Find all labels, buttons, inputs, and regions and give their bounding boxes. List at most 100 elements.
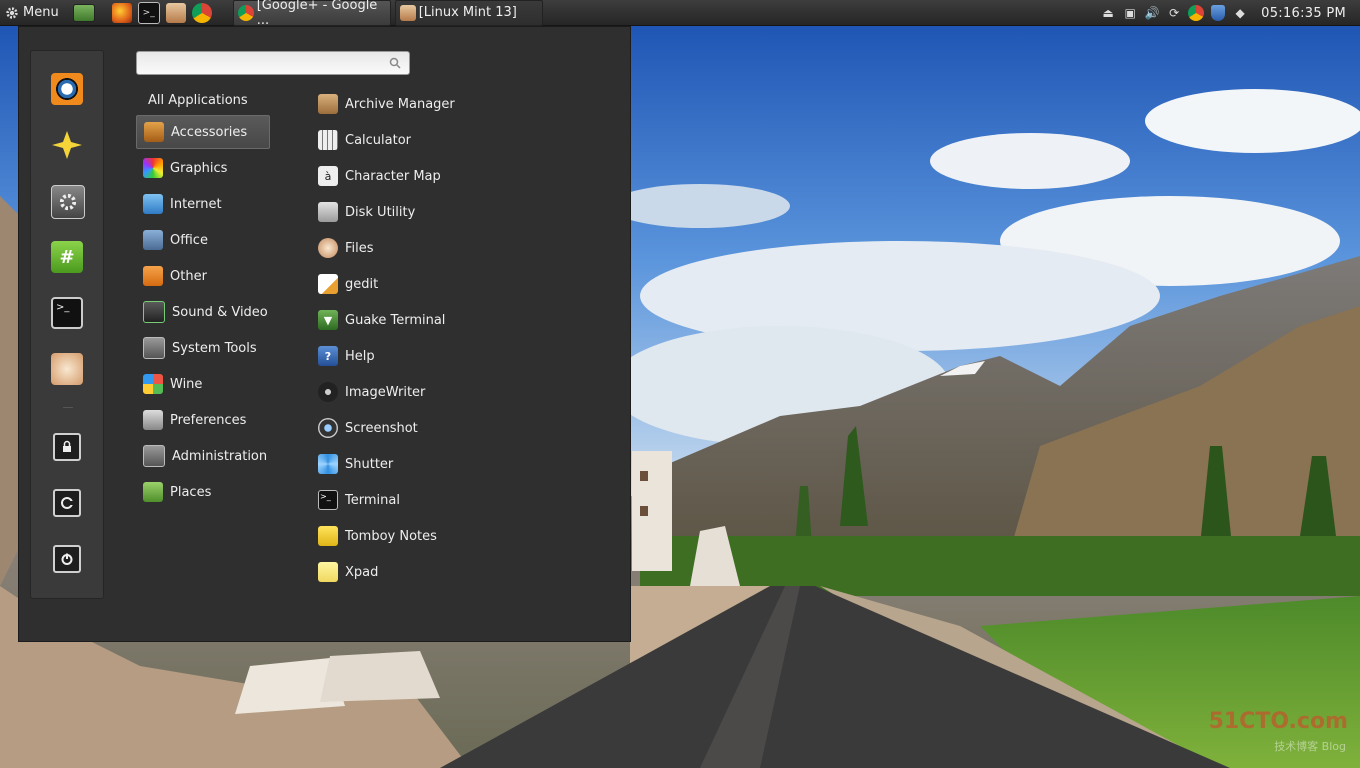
accessories-icon — [144, 122, 164, 142]
category-label: Preferences — [170, 412, 247, 428]
app-label: Files — [345, 240, 374, 256]
app-label: Guake Terminal — [345, 312, 446, 328]
taskbar-item-label: [Linux Mint 13] — [418, 5, 517, 20]
taskbar-item-linux-mint[interactable]: [Linux Mint 13] — [394, 0, 543, 26]
terminal-icon[interactable]: >_ — [51, 297, 83, 329]
hash-app-icon[interactable]: # — [51, 241, 83, 273]
xpad-icon — [318, 562, 338, 582]
app-help[interactable]: ? Help — [318, 341, 375, 371]
preferences-icon — [143, 410, 163, 430]
shutter-icon — [318, 454, 338, 474]
app-tomboy-notes[interactable]: Tomboy Notes — [318, 521, 437, 551]
files-launcher-icon[interactable] — [165, 2, 186, 23]
all-applications-link[interactable]: All Applications — [148, 93, 248, 108]
category-accessories[interactable]: Accessories — [136, 115, 270, 149]
app-label: Disk Utility — [345, 204, 416, 220]
other-icon — [143, 266, 163, 286]
chrome-tray-icon[interactable] — [1187, 4, 1205, 22]
disk-utility-icon — [318, 202, 338, 222]
application-menu: # >_ All Applications Accessories Graphi… — [18, 26, 631, 642]
network-icon[interactable]: ▣ — [1121, 4, 1139, 22]
app-label: Tomboy Notes — [345, 528, 437, 544]
category-label: Sound & Video — [172, 304, 268, 320]
favorite-star-icon[interactable] — [51, 129, 83, 161]
app-archive-manager[interactable]: Archive Manager — [318, 89, 455, 119]
app-label: Screenshot — [345, 420, 418, 436]
category-internet[interactable]: Internet — [136, 187, 270, 221]
app-screenshot[interactable]: Screenshot — [318, 413, 418, 443]
home-folder-icon[interactable] — [51, 353, 83, 385]
favorites-separator — [63, 407, 73, 408]
category-graphics[interactable]: Graphics — [136, 151, 270, 185]
taskbar-item-label: [Google+ - Google ... — [256, 0, 378, 28]
archive-icon — [318, 94, 338, 114]
category-label: Other — [170, 268, 207, 284]
chrome-launcher-icon[interactable] — [191, 2, 212, 23]
help-icon: ? — [318, 346, 338, 366]
dropbox-icon[interactable]: ◆ — [1231, 4, 1249, 22]
category-preferences[interactable]: Preferences — [136, 403, 270, 437]
category-label: Graphics — [170, 160, 228, 176]
show-desktop-icon[interactable] — [72, 3, 95, 22]
screenshot-icon — [318, 418, 338, 438]
app-label: Shutter — [345, 456, 394, 472]
shutdown-icon[interactable] — [53, 545, 81, 573]
category-system-tools[interactable]: System Tools — [136, 331, 270, 365]
top-panel: Menu >_ [Google+ - Google ... [Linux Min… — [0, 0, 1360, 28]
firefox-launcher-icon[interactable] — [111, 2, 132, 23]
search-icon — [389, 57, 401, 69]
volume-icon[interactable]: 🔊 — [1143, 4, 1161, 22]
update-manager-icon[interactable]: ⟳ — [1165, 4, 1183, 22]
app-calculator[interactable]: Calculator — [318, 125, 411, 155]
chrome-icon — [237, 4, 254, 21]
app-character-map[interactable]: à Character Map — [318, 161, 441, 191]
terminal-launcher-icon[interactable]: >_ — [137, 1, 160, 24]
category-sound-video[interactable]: Sound & Video — [136, 295, 270, 329]
category-office[interactable]: Office — [136, 223, 270, 257]
app-xpad[interactable]: Xpad — [318, 557, 378, 587]
app-label: gedit — [345, 276, 379, 292]
app-disk-utility[interactable]: Disk Utility — [318, 197, 415, 227]
app-gedit[interactable]: gedit — [318, 269, 378, 299]
office-icon — [143, 230, 163, 250]
app-files[interactable]: Files — [318, 233, 374, 263]
app-shutter[interactable]: Shutter — [318, 449, 393, 479]
watermark-subtitle: 技术博客 Blog — [1274, 740, 1346, 753]
files-icon — [399, 4, 416, 21]
menu-button[interactable]: Menu — [0, 0, 65, 26]
app-imagewriter[interactable]: ImageWriter — [318, 377, 425, 407]
internet-icon — [143, 194, 163, 214]
category-label: Administration — [172, 448, 268, 464]
gear-icon — [6, 6, 18, 19]
app-label: Help — [345, 348, 375, 364]
app-label: ImageWriter — [345, 384, 426, 400]
app-label: Terminal — [345, 492, 400, 508]
gedit-icon — [318, 274, 338, 294]
app-label: Character Map — [345, 168, 441, 184]
shield-icon[interactable] — [1209, 4, 1227, 22]
favorites-bar: # >_ — [30, 50, 104, 599]
search-box[interactable] — [136, 51, 410, 75]
category-label: Accessories — [171, 124, 248, 140]
clock[interactable]: 05:16:35 PM — [1261, 6, 1346, 21]
category-administration[interactable]: Administration — [136, 439, 270, 473]
watermark-logo: 51CTO.com — [1208, 709, 1348, 734]
category-label: Places — [170, 484, 212, 500]
system-tray: ⏏ ▣ 🔊 ⟳ ◆ 05:16:35 PM — [1099, 0, 1360, 26]
lock-screen-icon[interactable] — [53, 433, 81, 461]
eject-icon[interactable]: ⏏ — [1099, 4, 1117, 22]
taskbar-item-google-plus[interactable]: [Google+ - Google ... — [232, 0, 391, 28]
system-settings-icon[interactable] — [51, 185, 85, 219]
category-wine[interactable]: Wine — [136, 367, 270, 401]
category-label: Internet — [170, 196, 222, 212]
search-input[interactable] — [143, 55, 387, 73]
category-places[interactable]: Places — [136, 475, 270, 509]
category-label: Wine — [170, 376, 203, 392]
app-terminal[interactable]: >_ Terminal — [318, 485, 400, 515]
logout-icon[interactable] — [53, 489, 81, 517]
category-other[interactable]: Other — [136, 259, 270, 293]
sound-video-icon — [143, 301, 165, 323]
app-guake-terminal[interactable]: ▼ Guake Terminal — [318, 305, 445, 335]
wine-icon — [143, 374, 163, 394]
eye-of-gnome-icon[interactable] — [51, 73, 83, 105]
